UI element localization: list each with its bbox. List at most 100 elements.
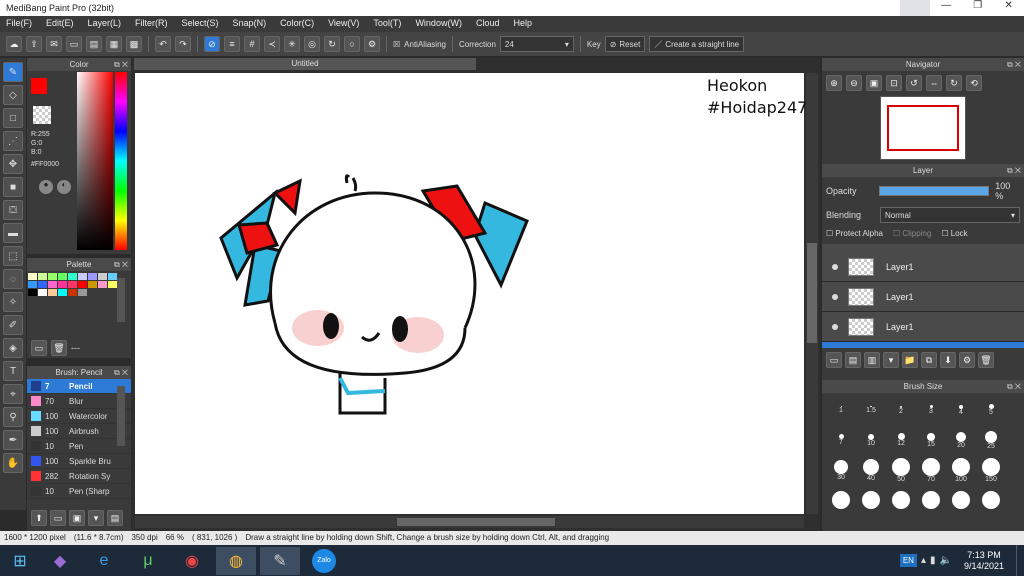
palette-swatch[interactable]: [88, 281, 97, 288]
chrome-icon[interactable]: ◉: [172, 547, 212, 575]
clipping-checkbox[interactable]: ☐ Clipping: [893, 229, 931, 238]
dot-tool-icon[interactable]: ⋰: [3, 131, 23, 151]
share-icon[interactable]: ⇪: [26, 36, 42, 52]
brush-size-option[interactable]: 25: [976, 425, 1006, 455]
brush-size-option[interactable]: 70: [916, 455, 946, 485]
snap-vanish-icon[interactable]: ≺: [264, 36, 280, 52]
palette-swatch[interactable]: [68, 281, 77, 288]
undo-icon[interactable]: ↶: [155, 36, 171, 52]
snap-grid-icon[interactable]: #: [244, 36, 260, 52]
palette-swatch[interactable]: [78, 289, 87, 296]
palette-swatch[interactable]: [38, 289, 47, 296]
add-palette-icon[interactable]: ▭: [31, 340, 47, 356]
transparent-color-swatch[interactable]: [33, 106, 51, 124]
brush-size-option[interactable]: 12: [886, 425, 916, 455]
duplicate-layer-icon[interactable]: ⧉: [921, 352, 937, 368]
network-icon[interactable]: ▮: [930, 555, 936, 566]
brush-item[interactable]: 100 Airbrush: [27, 424, 131, 439]
palette-swatch[interactable]: [58, 273, 67, 280]
visibility-icon[interactable]: [832, 323, 838, 330]
visibility-icon[interactable]: [832, 293, 838, 300]
cloud-icon[interactable]: ☁: [6, 36, 22, 52]
move-tool-icon[interactable]: ✥: [3, 154, 23, 174]
correction-select[interactable]: 24 ▾: [499, 36, 574, 52]
brush-size-option[interactable]: 1: [826, 395, 856, 425]
bucket-tool-icon[interactable]: ⛋: [3, 200, 23, 220]
palette-swatch[interactable]: [98, 281, 107, 288]
new-halftone-layer-icon[interactable]: ▤: [845, 352, 861, 368]
palette-swatch[interactable]: [68, 273, 77, 280]
primary-color-swatch[interactable]: [31, 78, 47, 94]
document-icon[interactable]: ▤: [86, 36, 102, 52]
layer-properties-icon[interactable]: ⚙: [959, 352, 975, 368]
divide-tool-icon[interactable]: ⌖: [3, 384, 23, 404]
fit-icon[interactable]: ▣: [866, 75, 882, 91]
eyedropper-tool-icon[interactable]: ⚲: [3, 407, 23, 427]
text-tool-icon[interactable]: T: [3, 361, 23, 381]
brush-size-option[interactable]: 15: [916, 425, 946, 455]
close-icon[interactable]: ✕: [1004, 0, 1012, 16]
brush-tool-icon[interactable]: ✎: [3, 62, 23, 82]
palette-swatch[interactable]: [68, 289, 77, 296]
layer-row[interactable]: Layer1: [822, 252, 1024, 282]
lock-checkbox[interactable]: ☐ Lock: [941, 229, 967, 238]
horizontal-scroll-thumb[interactable]: [397, 518, 555, 526]
layer-menu-icon[interactable]: ▾: [883, 352, 899, 368]
reset-button[interactable]: ⊘ Reset: [604, 36, 646, 52]
palette-swatch[interactable]: [38, 273, 47, 280]
brush-size-option[interactable]: [946, 485, 976, 515]
material-icon[interactable]: ▦: [106, 36, 122, 52]
snap-off-icon[interactable]: ⊘: [204, 36, 220, 52]
color-mode-icon[interactable]: ◐: [57, 180, 71, 194]
snap-ellipse-icon[interactable]: ○: [344, 36, 360, 52]
brush-size-option[interactable]: 7: [826, 425, 856, 455]
new-1bit-layer-icon[interactable]: ▥: [864, 352, 880, 368]
zoom-in-icon[interactable]: ⊕: [826, 75, 842, 91]
snap-radial-icon[interactable]: ✳: [284, 36, 300, 52]
brush-item[interactable]: 282 Rotation Sy: [27, 469, 131, 484]
panel-close-icon[interactable]: ⧉ ✕: [114, 58, 128, 71]
brush-size-option[interactable]: 100: [946, 455, 976, 485]
brush-item[interactable]: 100 Watercolor: [27, 409, 131, 424]
palette-swatch[interactable]: [58, 289, 67, 296]
palette-swatch[interactable]: [88, 273, 97, 280]
brush-new-icon[interactable]: ▭: [50, 510, 66, 526]
menu-cloud[interactable]: Cloud: [476, 18, 500, 30]
palette-swatch[interactable]: [28, 281, 37, 288]
new-file-icon[interactable]: ▭: [66, 36, 82, 52]
vertical-scroll-thumb[interactable]: [807, 243, 817, 343]
palette-swatch[interactable]: [28, 289, 37, 296]
brush-size-option[interactable]: 40: [856, 455, 886, 485]
brush-size-option[interactable]: 3: [916, 395, 946, 425]
navigator-preview[interactable]: [880, 96, 966, 160]
palette-swatch[interactable]: [28, 273, 37, 280]
brush-item[interactable]: 10 Pen: [27, 439, 131, 454]
utorrent-icon[interactable]: μ: [128, 547, 168, 575]
internet-explorer-icon[interactable]: e: [84, 547, 124, 575]
brush-size-option[interactable]: 10: [856, 425, 886, 455]
zoom-out-icon[interactable]: ⊖: [846, 75, 862, 91]
select-eraser-tool-icon[interactable]: ◈: [3, 338, 23, 358]
menu-help[interactable]: Help: [513, 18, 532, 30]
palette-swatch[interactable]: [48, 273, 57, 280]
menu-view[interactable]: View(V): [328, 18, 359, 30]
eraser-tool-icon[interactable]: ◇: [3, 85, 23, 105]
vertical-scrollbar[interactable]: [806, 73, 818, 514]
brush-size-option[interactable]: 30: [826, 455, 856, 485]
palette-swatch[interactable]: [48, 289, 57, 296]
palette-swatch[interactable]: [108, 281, 117, 288]
rotate-left-icon[interactable]: ↺: [906, 75, 922, 91]
color-wheel-icon[interactable]: ●: [39, 180, 53, 194]
palette-swatch[interactable]: [58, 281, 67, 288]
brush-item[interactable]: 100 Sparkle Bru: [27, 454, 131, 469]
palette-swatch[interactable]: [98, 273, 107, 280]
zalo-button[interactable]: Zalo: [304, 547, 344, 575]
panel-close-icon[interactable]: ⧉ ✕: [1007, 164, 1021, 177]
menu-window[interactable]: Window(W): [415, 18, 462, 30]
minimize-icon[interactable]: —: [941, 0, 951, 16]
select-tool-icon[interactable]: ⬚: [3, 246, 23, 266]
medibang-icon[interactable]: ◍: [216, 546, 256, 575]
menu-filter[interactable]: Filter(R): [135, 18, 168, 30]
pen-tool-icon[interactable]: ✒: [3, 430, 23, 450]
menu-snap[interactable]: Snap(N): [233, 18, 267, 30]
